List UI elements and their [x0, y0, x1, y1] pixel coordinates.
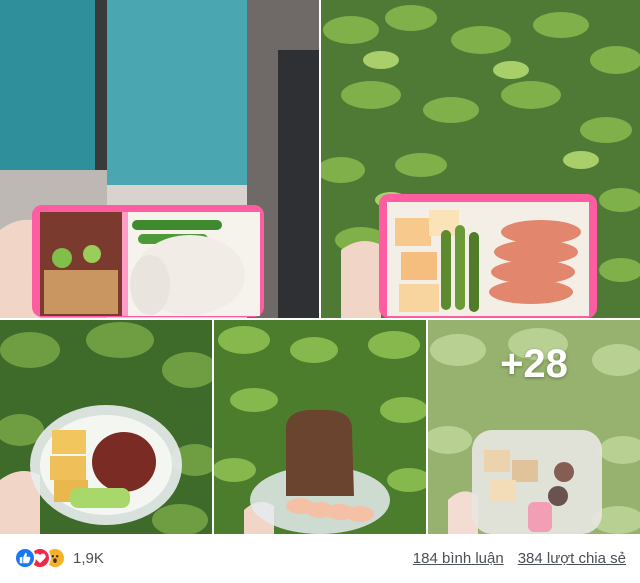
photo-more-overlay[interactable]: +28 — [428, 320, 640, 534]
post-footer: 1,9K 184 bình luận 384 lượt chia sẻ — [0, 534, 640, 583]
shares-link[interactable]: 384 lượt chia sẻ — [518, 550, 626, 567]
reaction-count[interactable]: 1,9K — [73, 550, 104, 567]
post-stats: 184 bình luận 384 lượt chia sẻ — [399, 550, 626, 567]
like-icon — [14, 547, 36, 569]
more-photos-count[interactable]: +28 — [428, 342, 640, 387]
comments-link[interactable]: 184 bình luận — [413, 550, 504, 567]
photo-lunchbox-chicken-rice[interactable] — [0, 0, 319, 318]
photo-container-red-rice[interactable] — [0, 320, 212, 534]
photo-image — [214, 320, 426, 534]
photo-image — [0, 0, 319, 318]
photo-image — [321, 0, 640, 318]
photo-image — [0, 320, 212, 534]
photo-grid: +28 — [0, 0, 640, 534]
photo-bread-sausage[interactable] — [214, 320, 426, 534]
photo-lunchbox-ham-fruit[interactable] — [321, 0, 640, 318]
reactions-summary[interactable]: 1,9K — [14, 546, 104, 570]
